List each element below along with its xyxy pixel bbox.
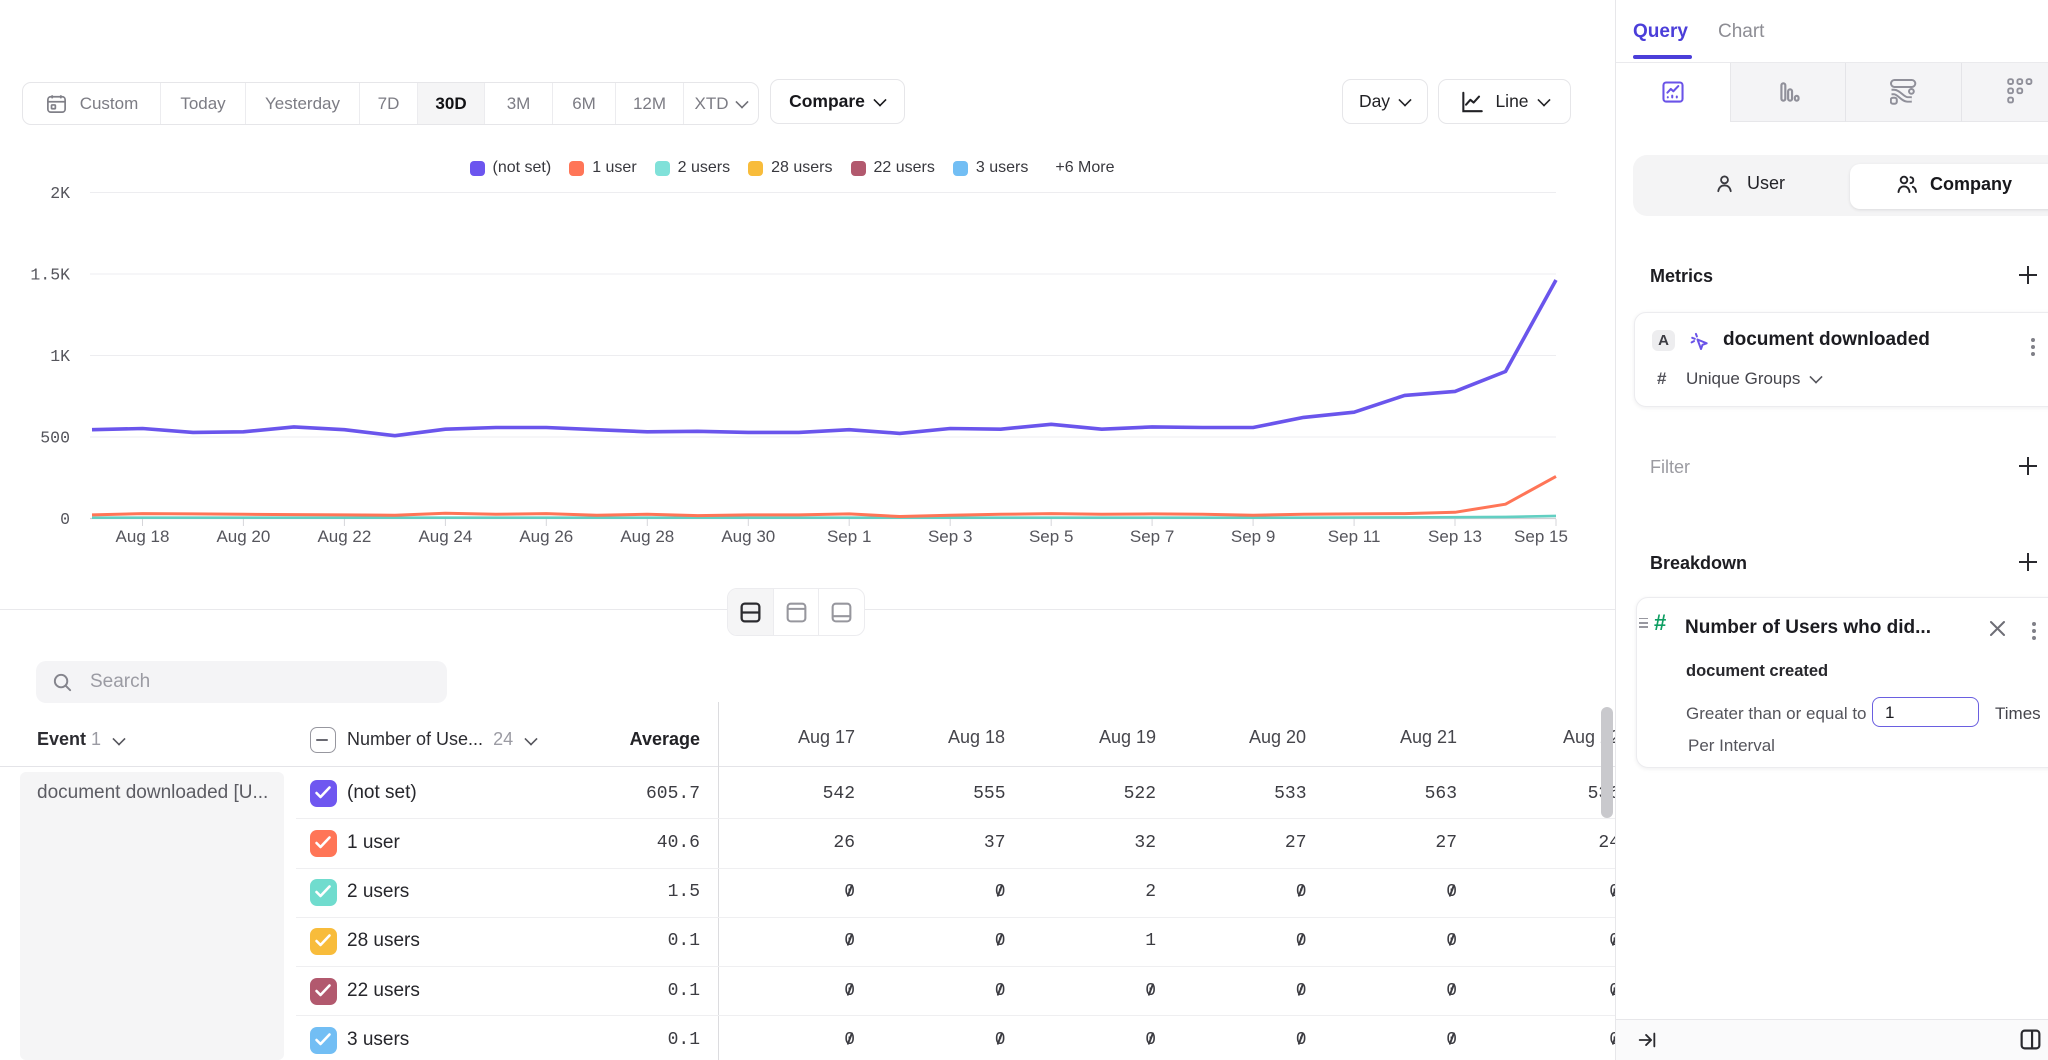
svg-text:Sep 7: Sep 7: [1130, 527, 1174, 546]
svg-text:Sep 15: Sep 15: [1514, 527, 1568, 546]
svg-text:Sep 11: Sep 11: [1328, 527, 1381, 546]
svg-text:Sep 3: Sep 3: [928, 527, 972, 546]
svg-text:Aug 26: Aug 26: [519, 527, 573, 546]
svg-text:Sep 5: Sep 5: [1029, 527, 1073, 546]
svg-text:2K: 2K: [50, 184, 70, 203]
svg-text:500: 500: [40, 429, 70, 448]
svg-text:Aug 18: Aug 18: [116, 527, 170, 546]
svg-text:Aug 20: Aug 20: [216, 527, 270, 546]
svg-text:0: 0: [60, 510, 70, 529]
svg-text:Sep 1: Sep 1: [827, 527, 871, 546]
svg-text:Aug 30: Aug 30: [721, 527, 775, 546]
svg-text:Aug 28: Aug 28: [620, 527, 674, 546]
svg-text:Aug 24: Aug 24: [418, 527, 472, 546]
svg-text:Sep 13: Sep 13: [1428, 527, 1482, 546]
svg-text:1K: 1K: [50, 347, 70, 366]
svg-text:1.5K: 1.5K: [30, 266, 70, 285]
svg-text:Aug 22: Aug 22: [317, 527, 371, 546]
svg-text:Sep 9: Sep 9: [1231, 527, 1275, 546]
